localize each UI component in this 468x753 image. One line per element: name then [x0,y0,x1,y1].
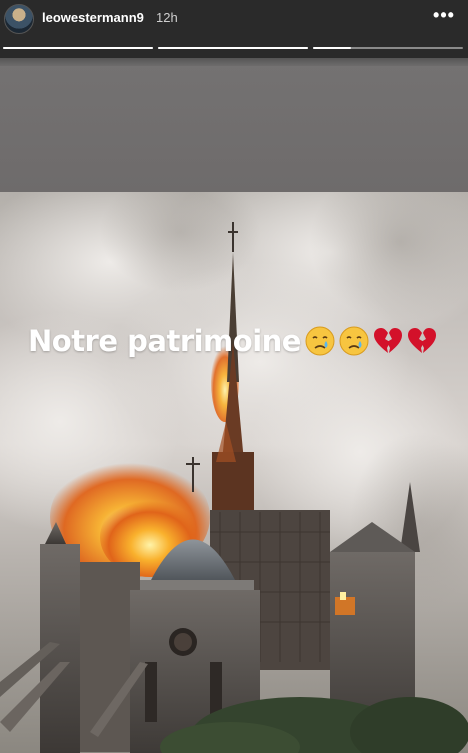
broken-heart-icon [374,328,402,353]
story-header: leowestermann9 12h ••• [0,0,468,58]
gray-backdrop-shadow [0,58,468,66]
story-progress-segment-3 [313,47,463,49]
story-progress-fill-3 [313,47,351,49]
story-photo[interactable] [0,192,468,753]
story-progress-fill-1 [3,47,153,49]
broken-heart-icon [408,328,436,353]
notre-dame-fire-image [0,192,468,753]
story-progress-fill-2 [158,47,308,49]
more-options-icon[interactable]: ••• [432,6,456,26]
time-ago: 12h [156,10,178,25]
crying-face-icon [305,326,335,356]
emoji-row [304,325,438,357]
gray-backdrop [0,58,468,192]
avatar[interactable] [4,4,34,34]
story-caption: Notre patrimoine [28,324,301,358]
story-progress-segment-1 [3,47,153,49]
story-progress-segment-2 [158,47,308,49]
story-viewer[interactable]: leowestermann9 12h ••• Notre patrimoine [0,0,468,753]
crying-face-icon [339,326,369,356]
username[interactable]: leowestermann9 [42,10,144,25]
